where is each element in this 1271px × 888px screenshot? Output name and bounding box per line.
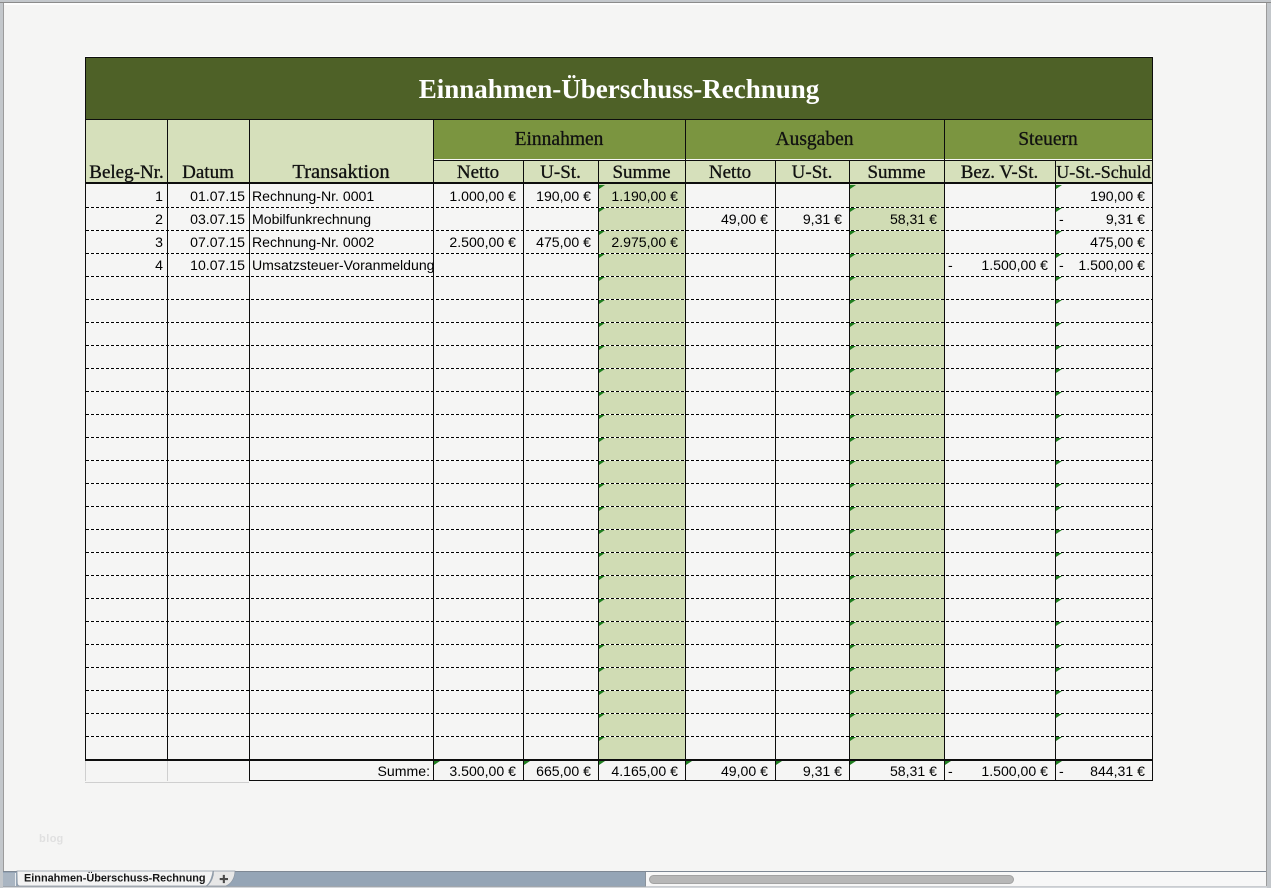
svg-text:Einnahmen-Überschuss-Rechnung: Einnahmen-Überschuss-Rechnung: [24, 872, 206, 885]
